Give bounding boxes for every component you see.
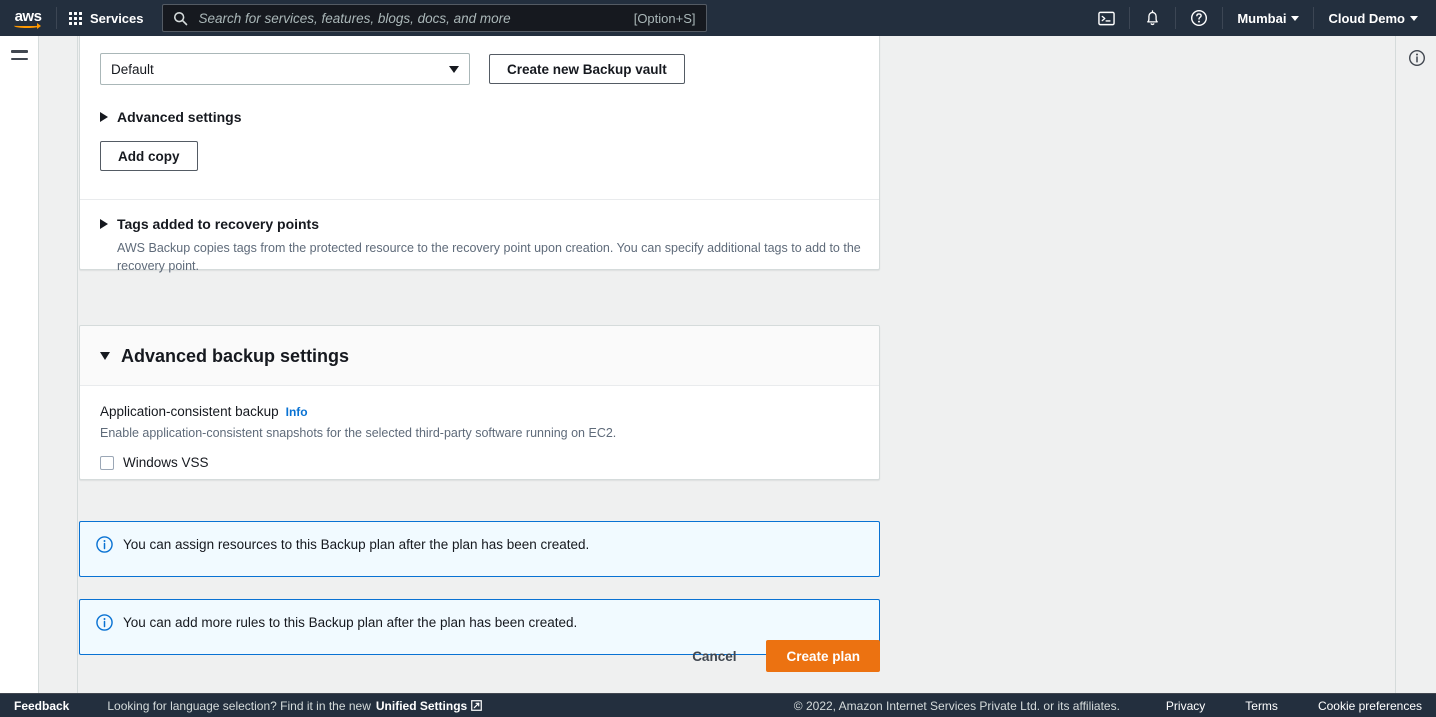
- footer-left-group: Feedback Looking for language selection?…: [0, 698, 483, 713]
- add-copy-button[interactable]: Add copy: [100, 141, 198, 171]
- nav-toggle-column: [0, 36, 38, 693]
- advanced-settings-label: Advanced settings: [117, 109, 242, 125]
- application-consistent-backup-info-link[interactable]: Info: [286, 405, 308, 419]
- advanced-backup-settings-panel: Advanced backup settings Application-con…: [79, 325, 880, 480]
- triangle-right-icon: [100, 219, 108, 229]
- application-consistent-backup-label: Application-consistent backup: [100, 404, 279, 419]
- account-label: Cloud Demo: [1328, 10, 1405, 26]
- triangle-down-icon: [100, 351, 110, 360]
- footer-right-group: © 2022, Amazon Internet Services Private…: [794, 699, 1436, 713]
- grid-icon: [69, 11, 82, 25]
- region-selector[interactable]: Mumbai: [1223, 0, 1313, 36]
- nav-right-group: Mumbai Cloud Demo: [1084, 0, 1436, 36]
- application-consistent-backup-description: Enable application-consistent snapshots …: [100, 426, 617, 440]
- chevron-down-icon: [1291, 15, 1300, 21]
- assign-resources-alert: You can assign resources to this Backup …: [79, 521, 880, 577]
- info-circle-icon: [96, 536, 113, 553]
- account-menu[interactable]: Cloud Demo: [1314, 0, 1436, 36]
- windows-vss-checkbox-row[interactable]: Windows VSS: [100, 455, 859, 470]
- bell-icon: [1147, 10, 1159, 26]
- form-actions: Cancel Create plan: [79, 640, 880, 672]
- tags-recovery-points-expander[interactable]: Tags added to recovery points AWS Backup…: [100, 216, 861, 275]
- copyright-text: © 2022, Amazon Internet Services Private…: [793, 698, 1120, 713]
- hamburger-menu-icon[interactable]: [11, 50, 28, 60]
- search-icon: [173, 11, 187, 25]
- page-footer: Feedback Looking for language selection?…: [0, 693, 1436, 717]
- unified-settings-link[interactable]: Unified Settings: [376, 699, 467, 713]
- collapsed-side-navigation[interactable]: [38, 36, 78, 693]
- region-label: Mumbai: [1237, 10, 1287, 26]
- info-circle-icon: [96, 614, 113, 631]
- backup-vault-select-value: Default: [111, 61, 154, 77]
- aws-logo[interactable]: aws: [0, 0, 56, 36]
- feedback-link[interactable]: Feedback: [14, 699, 69, 713]
- cloudshell-icon: [1098, 11, 1116, 25]
- info-circle-icon: [1408, 49, 1426, 67]
- tags-recovery-points-description: AWS Backup copies tags from the protecte…: [117, 241, 861, 274]
- add-rules-alert-text: You can add more rules to this Backup pl…: [123, 615, 578, 630]
- global-search-box[interactable]: [Option+S]: [161, 4, 707, 32]
- windows-vss-label: Windows VSS: [123, 455, 209, 471]
- help-panel-rail: [1395, 36, 1436, 693]
- assign-resources-alert-text: You can assign resources to this Backup …: [123, 537, 590, 552]
- tags-recovery-points-title: Tags added to recovery points: [117, 216, 320, 232]
- cloudshell-button[interactable]: [1084, 0, 1129, 36]
- advanced-settings-expander[interactable]: Advanced settings: [100, 110, 859, 124]
- search-shortcut-hint: [Option+S]: [633, 10, 696, 26]
- cancel-button[interactable]: Cancel: [674, 640, 754, 672]
- backup-vault-select[interactable]: Default: [100, 53, 470, 85]
- aws-logo-smile-icon: [14, 22, 41, 29]
- main-content-area: Default Create new Backup vault Advanced…: [79, 36, 1395, 693]
- chevron-down-icon: [449, 65, 459, 73]
- services-label: Services: [90, 10, 144, 26]
- chevron-down-icon: [1410, 15, 1418, 21]
- advanced-backup-settings-title: Advanced backup settings: [121, 345, 350, 366]
- create-backup-vault-button[interactable]: Create new Backup vault: [489, 54, 685, 84]
- triangle-right-icon: [100, 112, 108, 122]
- language-selection-text: Looking for language selection? Find it …: [107, 698, 371, 713]
- terms-link[interactable]: Terms: [1245, 699, 1278, 713]
- search-input[interactable]: [196, 9, 634, 27]
- windows-vss-checkbox[interactable]: [100, 455, 114, 470]
- cookie-preferences-link[interactable]: Cookie preferences: [1318, 699, 1422, 713]
- external-link-icon: [471, 700, 483, 711]
- help-button[interactable]: [1176, 0, 1222, 36]
- top-navigation-bar: aws Services [Option+S]: [0, 0, 1436, 36]
- backup-rule-panel: Default Create new Backup vault Advanced…: [79, 36, 880, 273]
- create-plan-button[interactable]: Create plan: [766, 640, 880, 672]
- info-panel-toggle[interactable]: [1408, 49, 1426, 72]
- privacy-link[interactable]: Privacy: [1166, 699, 1205, 713]
- advanced-backup-settings-expander[interactable]: Advanced backup settings: [100, 347, 349, 365]
- notifications-button[interactable]: [1130, 0, 1175, 36]
- services-menu-button[interactable]: Services: [57, 0, 156, 36]
- app-body: Default Create new Backup vault Advanced…: [0, 36, 1436, 693]
- question-circle-icon: [1191, 9, 1208, 27]
